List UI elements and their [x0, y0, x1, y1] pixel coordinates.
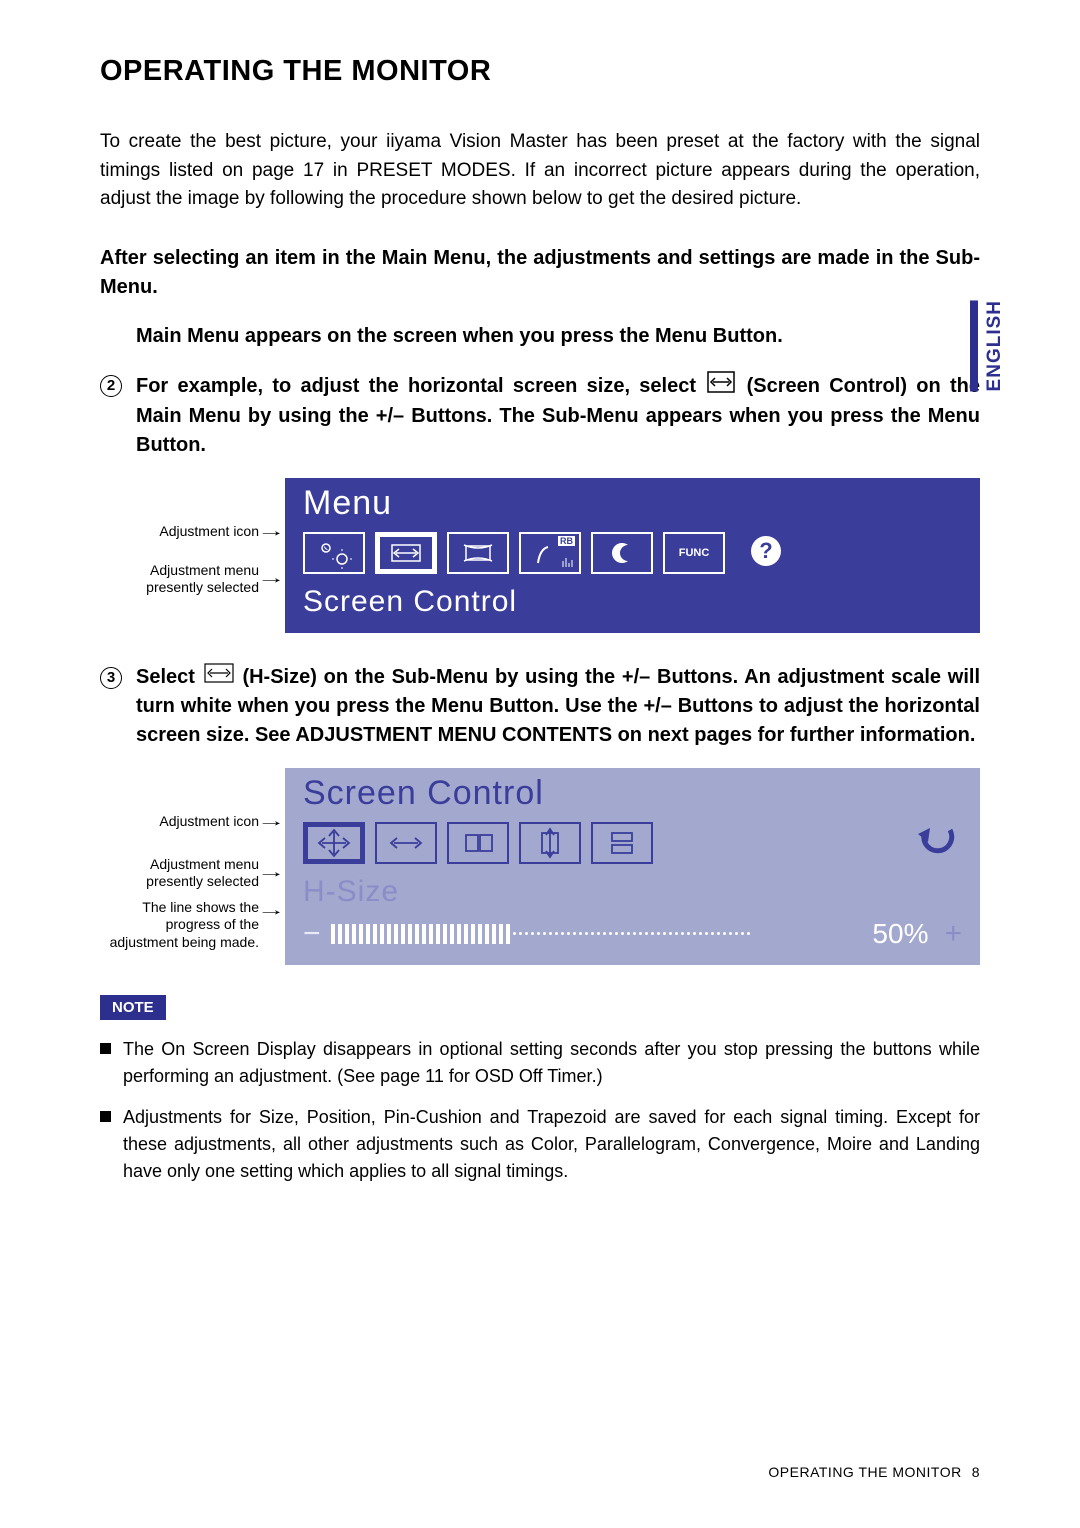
language-tab: ENGLISH	[970, 300, 1006, 391]
rb-label: RB	[558, 536, 575, 546]
step-3-text: Select (H-Size) on the Sub-Menu by using…	[136, 663, 980, 750]
label-adjustment-icon: Adjustment icon→	[100, 522, 279, 542]
note-item: Adjustments for Size, Position, Pin-Cush…	[100, 1104, 980, 1185]
progress-percent: 50%	[872, 918, 934, 950]
main-menu-selected-label: Screen Control	[303, 585, 962, 619]
brightness-contrast-icon[interactable]	[303, 532, 365, 574]
page-footer: OPERATING THE MONITOR8	[768, 1464, 980, 1480]
vpos-icon[interactable]	[591, 822, 653, 864]
page-title: OPERATING THE MONITOR	[100, 55, 980, 88]
step-3-number: 3	[100, 663, 136, 689]
main-menu-panel: Menu RB FUNC ?	[285, 478, 980, 633]
vsize-icon[interactable]	[519, 822, 581, 864]
label-adjustment-menu: Adjustment menu presently selected→	[100, 562, 279, 597]
progress-ticks	[331, 924, 753, 944]
label-adjustment-menu-2: Adjustment menu presently selected→	[100, 856, 279, 891]
step-3-text-b: (H-Size) on the Sub-Menu by using the +/…	[136, 666, 980, 746]
func-icon[interactable]: FUNC	[663, 532, 725, 574]
note-badge: NOTE	[100, 995, 166, 1020]
intro-paragraph: To create the best picture, your iiyama …	[100, 128, 980, 214]
bold-intro: After selecting an item in the Main Menu…	[100, 244, 980, 302]
step-3: 3 Select (H-Size) on the Sub-Menu by usi…	[100, 663, 980, 750]
moon-icon[interactable]	[591, 532, 653, 574]
svg-text:?: ?	[759, 538, 772, 563]
screen-control-icon-selected[interactable]	[375, 532, 437, 574]
progress-bar[interactable]: − 50% +	[303, 917, 962, 951]
note-list: The On Screen Display disappears in opti…	[100, 1036, 980, 1185]
help-icon[interactable]: ?	[735, 532, 797, 574]
main-menu-title: Menu	[303, 484, 962, 523]
main-menu-osd: Adjustment icon→ Adjustment menu present…	[100, 478, 980, 633]
plus-button[interactable]: +	[944, 917, 962, 951]
hsize-icon	[204, 663, 234, 692]
step-1-text: Main Menu appears on the screen when you…	[136, 322, 980, 351]
step-3-text-a: Select	[136, 666, 202, 688]
submenu-title: Screen Control	[303, 774, 962, 813]
hsize-vsize-icon[interactable]	[303, 822, 365, 864]
submenu-selected-label: H-Size	[303, 875, 962, 909]
note-item: The On Screen Display disappears in opti…	[100, 1036, 980, 1090]
geometry-icon[interactable]	[447, 532, 509, 574]
step-2-text: For example, to adjust the horizontal sc…	[136, 371, 980, 460]
submenu-panel: Screen Control H-Size −	[285, 768, 980, 965]
submenu-osd: Adjustment icon→ Adjustment menu present…	[100, 768, 980, 965]
hpos-icon[interactable]	[447, 822, 509, 864]
step-2: 2 For example, to adjust the horizontal …	[100, 371, 980, 460]
step-2-text-a: For example, to adjust the horizontal sc…	[136, 374, 705, 396]
label-adjustment-icon-2: Adjustment icon→	[100, 812, 279, 832]
minus-button[interactable]: −	[303, 917, 321, 951]
step-2-number: 2	[100, 371, 136, 397]
screen-control-icon	[707, 371, 735, 402]
return-icon[interactable]	[912, 820, 962, 865]
color-icon[interactable]: RB	[519, 532, 581, 574]
label-progress-line: The line shows the progress of the adjus…	[100, 899, 279, 952]
hsize-icon-box[interactable]	[375, 822, 437, 864]
